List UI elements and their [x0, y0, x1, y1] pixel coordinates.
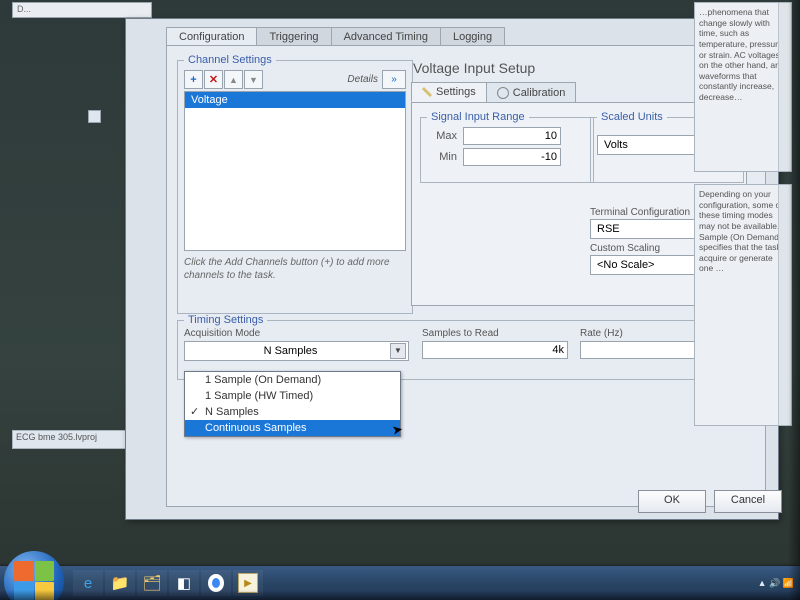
timing-legend: Timing Settings — [184, 314, 267, 326]
daq-task-dialog: Configuration Triggering Advanced Timing… — [125, 18, 779, 520]
signal-range-legend: Signal Input Range — [427, 111, 529, 123]
help-sidebar: …phenomena that change slowly with time,… — [694, 2, 792, 482]
channel-up-button[interactable]: ▲ — [224, 70, 243, 89]
cancel-button[interactable]: Cancel — [714, 490, 782, 513]
scaled-units-legend: Scaled Units — [597, 111, 667, 123]
remove-channel-button[interactable]: ✕ — [204, 70, 223, 89]
taskbar-explorer-icon[interactable]: 📁 — [105, 570, 135, 596]
subtab-calibration[interactable]: Calibration — [486, 82, 577, 102]
signal-input-range-group: Signal Input Range Max Min — [420, 111, 594, 183]
gauge-icon — [497, 87, 509, 99]
start-button[interactable] — [4, 551, 64, 600]
taskbar-folder2-icon[interactable]: 🗂 — [137, 570, 167, 596]
taskbar-app-icon[interactable]: ◧ — [169, 570, 199, 596]
ok-button[interactable]: OK — [638, 490, 706, 513]
custom-scaling-label: Custom Scaling — [590, 243, 660, 254]
tab-advanced-timing[interactable]: Advanced Timing — [331, 27, 441, 47]
help-box-voltage: …phenomena that change slowly with time,… — [694, 2, 792, 172]
option-1-sample-hw-timed[interactable]: 1 Sample (HW Timed) — [185, 388, 400, 404]
help-box-timing: Depending on your configuration, some of… — [694, 184, 792, 426]
channel-down-button[interactable]: ▼ — [244, 70, 263, 89]
configuration-panel: Channel Settings + ✕ ▲ ▼ Details » Volta… — [166, 45, 766, 507]
mouse-cursor-icon: ➤ — [391, 421, 405, 439]
background-window-title: D... — [12, 2, 152, 18]
background-icon — [88, 110, 101, 123]
windows-taskbar: e 📁 🗂 ◧ ▶ ▲ 🔊 📶 — [0, 566, 800, 600]
acquisition-mode-combo[interactable]: N Samples▼ — [184, 341, 409, 361]
acquisition-mode-dropdown[interactable]: 1 Sample (On Demand) 1 Sample (HW Timed)… — [184, 371, 401, 437]
details-label: Details — [347, 74, 378, 85]
chevron-down-icon: ▼ — [390, 343, 406, 359]
add-channels-hint: Click the Add Channels button (+) to add… — [184, 257, 406, 282]
wrench-icon — [422, 87, 432, 97]
min-label: Min — [427, 151, 457, 163]
max-input[interactable] — [463, 127, 561, 145]
option-n-samples[interactable]: N Samples — [185, 404, 400, 420]
main-tabstrip: Configuration Triggering Advanced Timing… — [166, 27, 504, 47]
channel-settings-group: Channel Settings + ✕ ▲ ▼ Details » Volta… — [177, 54, 413, 314]
details-expand-button[interactable]: » — [382, 70, 406, 89]
tab-logging[interactable]: Logging — [440, 27, 505, 47]
acquisition-mode-label: Acquisition Mode — [184, 328, 399, 339]
channel-settings-legend: Channel Settings — [184, 54, 276, 66]
channel-item-voltage[interactable]: Voltage — [185, 92, 405, 108]
samples-to-read-label: Samples to Read — [422, 328, 562, 339]
terminal-config-label: Terminal Configuration — [590, 207, 690, 218]
max-label: Max — [427, 130, 457, 142]
option-1-sample-on-demand[interactable]: 1 Sample (On Demand) — [185, 372, 400, 388]
taskbar-ie-icon[interactable]: e — [73, 570, 103, 596]
channel-list[interactable]: Voltage — [184, 91, 406, 251]
taskbar-labview-icon[interactable]: ▶ — [233, 570, 263, 596]
taskbar-chrome-icon[interactable] — [201, 570, 231, 596]
dialog-buttons: OK Cancel — [638, 490, 782, 513]
option-continuous-samples[interactable]: Continuous Samples — [185, 420, 400, 436]
monitor-bezel — [788, 0, 800, 600]
min-input[interactable] — [463, 148, 561, 166]
tab-triggering[interactable]: Triggering — [256, 27, 331, 47]
add-channel-button[interactable]: + — [184, 70, 203, 89]
project-file-label: ECG bme 305.lvproj — [12, 430, 130, 449]
samples-to-read-input[interactable] — [422, 341, 568, 359]
subtab-settings[interactable]: Settings — [411, 82, 487, 102]
tab-configuration[interactable]: Configuration — [166, 27, 257, 47]
